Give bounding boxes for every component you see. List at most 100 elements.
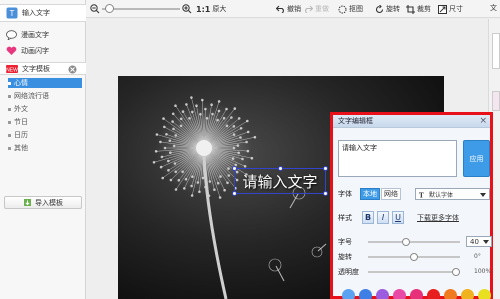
opacity-value: 100%	[474, 268, 492, 275]
close-icon[interactable]: ×	[479, 117, 487, 126]
undo-button[interactable]: 撤销	[276, 3, 301, 15]
zoom-in-icon[interactable]	[182, 4, 192, 14]
font-tab-network[interactable]: 网络	[381, 188, 401, 200]
resize-handle[interactable]	[323, 166, 328, 171]
ratio-label: 原大	[212, 5, 227, 13]
import-icon	[24, 199, 31, 206]
zoom-slider-thumb[interactable]	[105, 4, 114, 13]
category-label: 动画闪字	[21, 47, 49, 55]
seed-tip	[233, 107, 237, 110]
category-text-template[interactable]: NEW 文字模板	[0, 62, 86, 75]
text-input[interactable]: 请输入文字	[338, 140, 457, 177]
cutout-label: 抠图	[349, 5, 363, 13]
overlay-text: 请输入文字	[242, 172, 318, 191]
resize-button[interactable]: 尺寸	[438, 3, 463, 15]
text-overlay-box[interactable]: 请输入文字	[232, 166, 328, 196]
font-name: 默认字体	[429, 191, 454, 199]
size-label: 字号	[338, 238, 352, 246]
seed-tip	[174, 104, 177, 107]
size-slider[interactable]	[368, 238, 460, 246]
bold-button[interactable]: B	[362, 211, 374, 224]
seed-tip	[246, 119, 249, 123]
rotate-value: 0°	[474, 253, 481, 260]
category-input-text[interactable]: T 输入文字	[0, 4, 86, 22]
dialog-titlebar: 文字编辑框 ×	[333, 115, 490, 128]
seed-tip	[161, 176, 164, 180]
top-toolbar: 1:1 原大 撤销 重做 抠图 旋转 裁剪 尺寸 文	[86, 0, 500, 18]
bullet-icon	[8, 81, 11, 85]
italic-button[interactable]: I	[377, 211, 389, 224]
resize-handle[interactable]	[278, 166, 283, 171]
seed-tip	[152, 161, 156, 164]
template-item-label: 外文	[14, 105, 28, 113]
redo-button[interactable]: 重做	[304, 3, 329, 15]
opacity-slider-thumb[interactable]	[452, 268, 460, 276]
font-select[interactable]: T 默认字体	[415, 188, 490, 200]
color-swatch[interactable]	[427, 289, 440, 299]
bold-icon: B	[364, 213, 372, 222]
side-thumbnail[interactable]	[492, 91, 500, 111]
template-item-label: 日历	[14, 131, 28, 139]
template-item[interactable]: 外文	[8, 104, 82, 114]
rotate-slider[interactable]	[368, 253, 460, 261]
speech-bubble-icon	[6, 30, 17, 40]
size-select[interactable]: 40	[466, 236, 492, 247]
heart-icon	[6, 46, 17, 55]
color-swatch[interactable]	[461, 289, 474, 299]
resize-label: 尺寸	[449, 5, 463, 13]
original-size-button[interactable]: 1:1 原大	[196, 3, 226, 15]
chevron-down-icon	[480, 193, 486, 197]
text-input-icon: T	[6, 7, 18, 19]
font-tab-local[interactable]: 本地	[360, 188, 380, 200]
seed-tip	[174, 188, 178, 191]
template-item-label: 网络流行语	[14, 92, 49, 100]
rotate-button[interactable]: 旋转	[375, 3, 400, 15]
category-label: 漫画文字	[21, 31, 49, 39]
cutout-button[interactable]: 抠图	[338, 3, 363, 15]
right-panel-tab-label[interactable]: 文	[490, 3, 497, 13]
rotate-slider-thumb[interactable]	[410, 253, 418, 261]
apply-label: 应用	[469, 154, 484, 163]
resize-handle[interactable]	[232, 166, 237, 171]
underline-button[interactable]: U	[392, 211, 404, 224]
template-item[interactable]: 其他	[8, 143, 82, 153]
svg-text:T: T	[419, 191, 424, 198]
collapse-icon[interactable]	[68, 65, 77, 74]
color-swatches	[342, 289, 491, 299]
import-template-button[interactable]: 导入模板	[4, 196, 82, 209]
download-more-fonts-link[interactable]: 下载更多字体	[417, 213, 459, 223]
bullet-icon	[8, 120, 11, 124]
zoom-out-icon[interactable]	[90, 4, 100, 14]
font-label: 字体	[338, 190, 352, 198]
left-panel: T 输入文字 漫画文字 动画闪字 NEW 文字模板 心情 网络流行语 外文 节日…	[0, 0, 86, 299]
color-swatch[interactable]	[393, 289, 406, 299]
redo-label: 重做	[315, 5, 329, 13]
size-slider-thumb[interactable]	[401, 238, 410, 246]
apply-button[interactable]: 应用	[463, 140, 490, 177]
undo-icon	[276, 5, 284, 13]
opacity-label: 透明度	[338, 268, 359, 276]
color-swatch[interactable]	[478, 289, 491, 299]
template-item[interactable]: 日历	[8, 130, 82, 140]
template-item[interactable]: 节日	[8, 117, 82, 127]
seed-tip	[218, 196, 222, 199]
resize-handle[interactable]	[232, 191, 237, 196]
template-item[interactable]: 网络流行语	[8, 91, 82, 101]
resize-icon	[438, 4, 447, 14]
crop-button[interactable]: 裁剪	[406, 3, 431, 15]
category-animated-text[interactable]: 动画闪字	[0, 45, 86, 57]
template-item[interactable]: 心情	[8, 78, 82, 88]
color-swatch[interactable]	[342, 289, 355, 299]
bullet-icon	[8, 146, 11, 150]
color-swatch[interactable]	[410, 289, 423, 299]
color-swatch[interactable]	[359, 289, 372, 299]
category-comic-text[interactable]: 漫画文字	[0, 29, 86, 41]
side-thumbnail[interactable]	[492, 33, 500, 69]
rotate-icon	[375, 4, 384, 13]
color-swatch[interactable]	[444, 289, 457, 299]
svg-text:NEW: NEW	[6, 67, 18, 73]
opacity-slider[interactable]	[368, 268, 460, 276]
color-swatch[interactable]	[376, 289, 389, 299]
resize-handle[interactable]	[323, 191, 328, 196]
bullet-icon	[8, 94, 11, 98]
